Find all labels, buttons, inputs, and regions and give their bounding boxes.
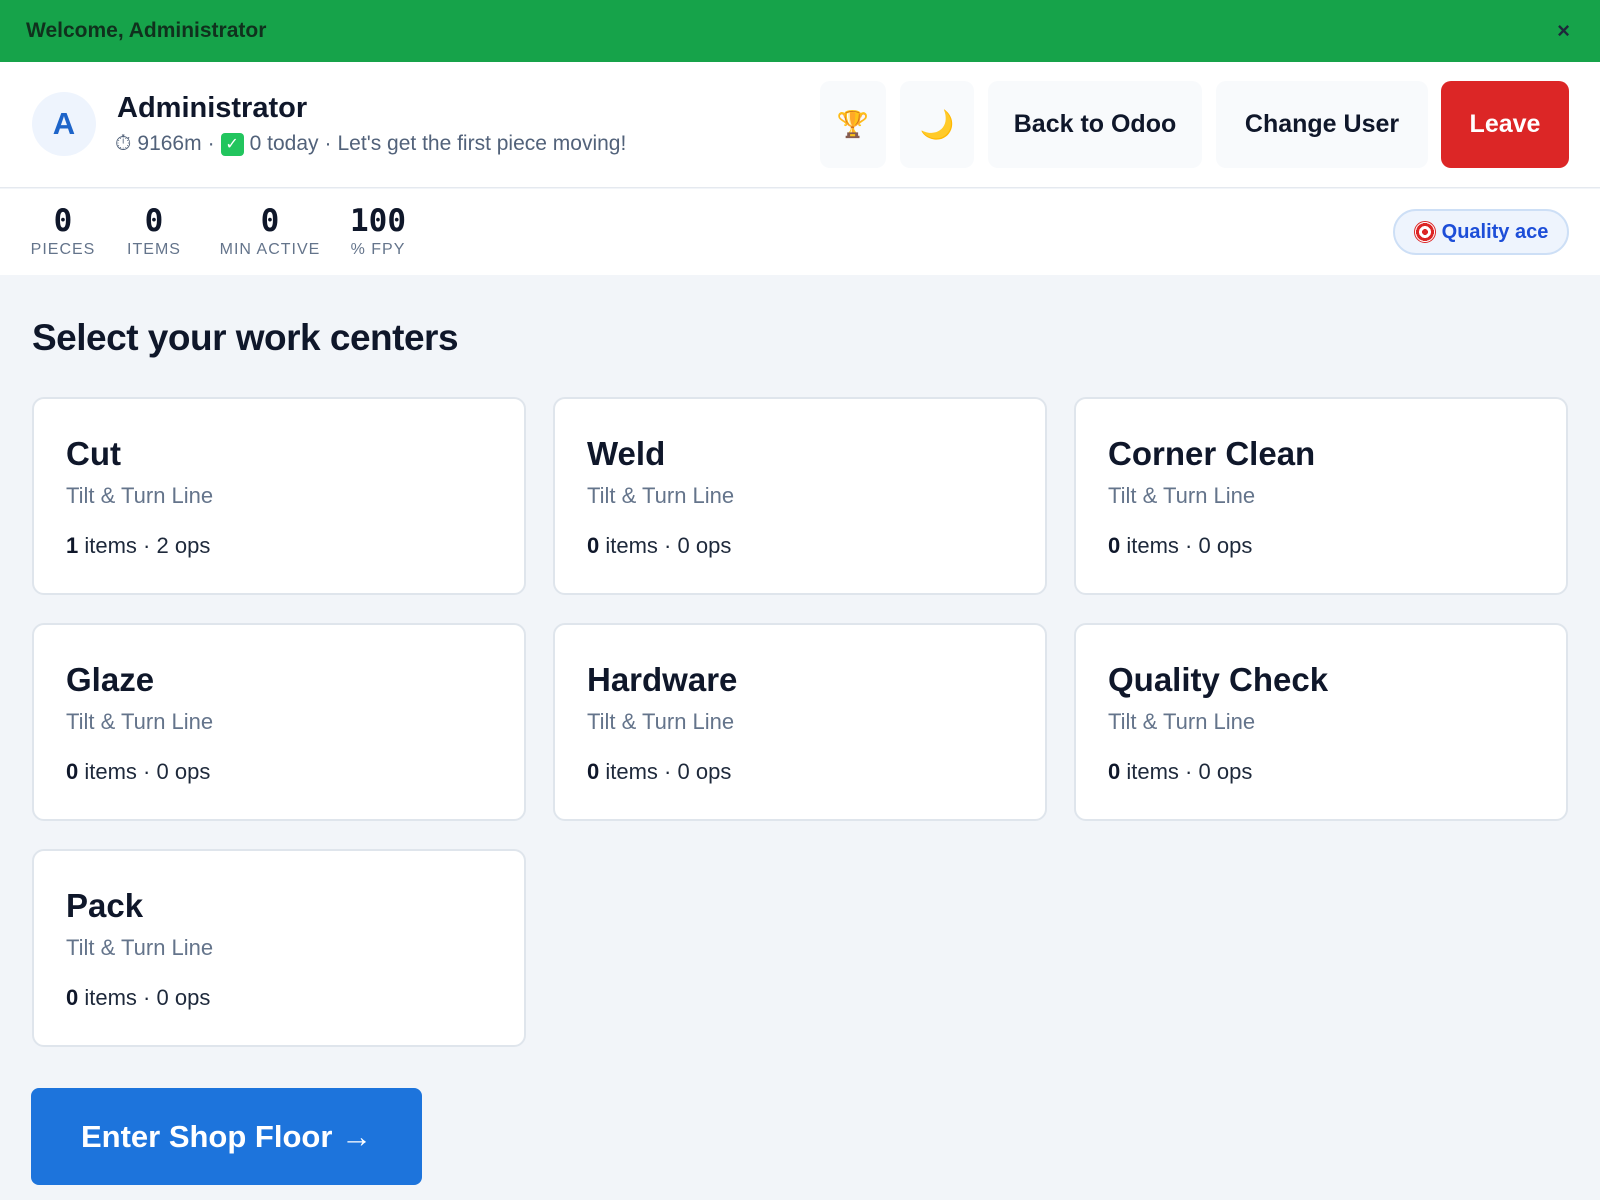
- work-center-line: Tilt & Turn Line: [587, 709, 735, 734]
- item-count: 1: [66, 533, 79, 558]
- page-title: Select your work centers: [32, 317, 459, 358]
- welcome-banner: Welcome, Administrator ×: [0, 0, 1600, 62]
- trophy-icon: 🏆: [836, 109, 870, 139]
- avatar: A: [32, 92, 96, 156]
- enter-shop-floor-button[interactable]: Enter Shop Floor →: [31, 1088, 422, 1185]
- ops-count: 0 ops: [156, 759, 211, 784]
- work-center-name: Quality Check: [1108, 661, 1329, 698]
- dark-mode-toggle[interactable]: 🌙: [900, 81, 974, 168]
- work-center-name: Hardware: [587, 661, 738, 698]
- motivation-message: Let's get the first piece moving!: [337, 132, 627, 155]
- item-count: 0: [1108, 533, 1121, 558]
- stat-label: % FPY: [350, 241, 406, 258]
- item-count: 0: [1108, 759, 1121, 784]
- stat-value: 0: [260, 203, 280, 239]
- work-center-stats: 0 items · 0 ops: [1108, 533, 1253, 558]
- item-count: 0: [66, 985, 79, 1010]
- work-center-name: Weld: [587, 435, 666, 472]
- work-center-stats: 0 items · 0 ops: [66, 759, 211, 784]
- ops-count: 0 ops: [677, 533, 732, 558]
- items-label: items: [1126, 533, 1179, 558]
- work-center-stats: 0 items · 0 ops: [66, 985, 211, 1010]
- work-center-card-pack[interactable]: Pack Tilt & Turn Line 0 items · 0 ops: [32, 849, 526, 1047]
- ops-count: 0 ops: [677, 759, 732, 784]
- items-label: items: [84, 759, 137, 784]
- separator: ·: [324, 132, 332, 155]
- work-center-card-hardware[interactable]: Hardware Tilt & Turn Line 0 items · 0 op…: [553, 623, 1047, 821]
- stats-bar: 0 PIECES 0 ITEMS 0 MIN ACTIVE 100 % FPY …: [0, 189, 1600, 275]
- ops-count: 0 ops: [1198, 759, 1253, 784]
- items-label: items: [84, 533, 137, 558]
- work-center-card-quality-check[interactable]: Quality Check Tilt & Turn Line 0 items ·…: [1074, 623, 1568, 821]
- items-label: items: [84, 985, 137, 1010]
- quality-badge: Quality ace: [1393, 209, 1569, 255]
- items-label: items: [605, 759, 658, 784]
- leaderboard-button[interactable]: 🏆: [820, 81, 886, 168]
- stat-value: 0: [144, 203, 164, 239]
- ops-count: 0 ops: [1198, 533, 1253, 558]
- items-label: items: [605, 533, 658, 558]
- work-center-card-cut[interactable]: Cut Tilt & Turn Line 1 items · 2 ops: [32, 397, 526, 595]
- items-label: items: [1126, 759, 1179, 784]
- item-count: 0: [66, 759, 79, 784]
- stat-label: ITEMS: [127, 241, 181, 258]
- work-center-stats: 0 items · 0 ops: [587, 533, 732, 558]
- user-meta: ⏱ 9166m · ✓ 0 today · Let's get the firs…: [115, 132, 626, 156]
- work-center-line: Tilt & Turn Line: [66, 935, 214, 960]
- item-count: 0: [587, 759, 600, 784]
- separator: ·: [207, 132, 215, 155]
- stat-value: 100: [350, 203, 406, 239]
- today-count: 0 today: [249, 132, 319, 155]
- badge-label: Quality ace: [1441, 220, 1549, 243]
- stopwatch-icon: ⏱: [115, 132, 132, 155]
- work-center-name: Cut: [66, 435, 121, 472]
- back-to-odoo-button[interactable]: Back to Odoo: [988, 81, 1202, 168]
- change-user-button[interactable]: Change User: [1216, 81, 1428, 168]
- close-icon[interactable]: ×: [1553, 14, 1574, 48]
- stat-fpy: 100 % FPY: [345, 203, 411, 259]
- work-center-card-weld[interactable]: Weld Tilt & Turn Line 0 items · 0 ops: [553, 397, 1047, 595]
- stat-items: 0 ITEMS: [124, 203, 184, 259]
- work-center-line: Tilt & Turn Line: [66, 483, 214, 508]
- work-center-card-glaze[interactable]: Glaze Tilt & Turn Line 0 items · 0 ops: [32, 623, 526, 821]
- item-count: 0: [587, 533, 600, 558]
- stat-min-active: 0 MIN ACTIVE: [210, 203, 330, 259]
- work-center-stats: 0 items · 0 ops: [1108, 759, 1253, 784]
- user-name: Administrator: [117, 92, 308, 124]
- work-center-line: Tilt & Turn Line: [66, 709, 214, 734]
- work-center-stats: 1 items · 2 ops: [66, 533, 211, 558]
- work-center-line: Tilt & Turn Line: [1108, 709, 1256, 734]
- checkmark-icon: ✓: [220, 132, 244, 156]
- work-center-name: Pack: [66, 887, 144, 924]
- work-center-stats: 0 items · 0 ops: [587, 759, 732, 784]
- stat-label: PIECES: [30, 241, 96, 258]
- work-center-line: Tilt & Turn Line: [587, 483, 735, 508]
- user-header: A Administrator ⏱ 9166m · ✓ 0 today · Le…: [0, 62, 1600, 188]
- moon-icon: 🌙: [919, 109, 955, 140]
- ops-count: 2 ops: [156, 533, 211, 558]
- work-center-line: Tilt & Turn Line: [1108, 483, 1256, 508]
- work-center-name: Glaze: [66, 661, 155, 698]
- work-center-name: Corner Clean: [1108, 435, 1316, 472]
- active-minutes: 9166m: [137, 132, 202, 155]
- target-icon: [1413, 221, 1436, 243]
- stat-pieces: 0 PIECES: [30, 203, 96, 259]
- welcome-message: Welcome, Administrator: [26, 19, 267, 42]
- stat-label: MIN ACTIVE: [219, 241, 321, 258]
- ops-count: 0 ops: [156, 985, 211, 1010]
- stat-value: 0: [53, 203, 73, 239]
- leave-button[interactable]: Leave: [1441, 81, 1569, 168]
- work-center-card-corner-clean[interactable]: Corner Clean Tilt & Turn Line 0 items · …: [1074, 397, 1568, 595]
